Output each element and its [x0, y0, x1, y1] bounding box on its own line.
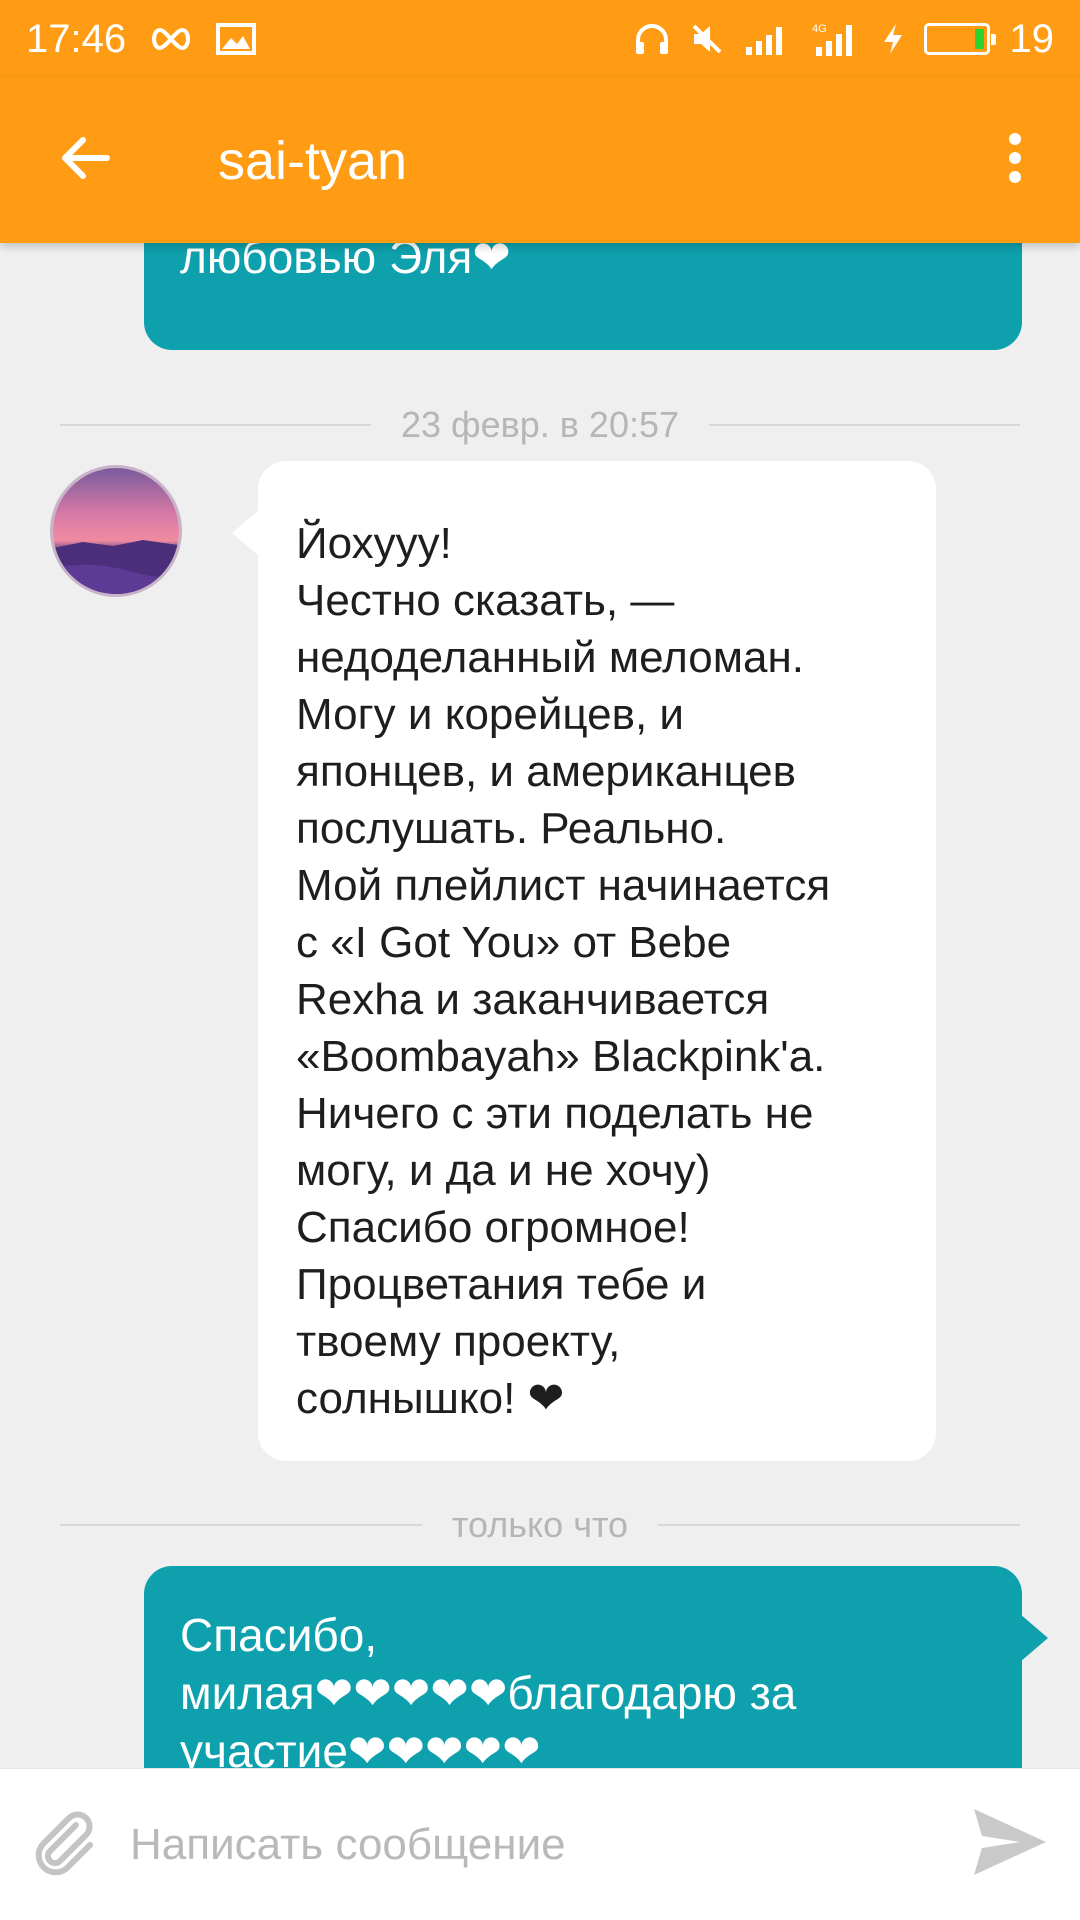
infinity-icon	[148, 26, 194, 52]
message-line: Мой плейлист начинается	[296, 861, 831, 910]
date-separator: 23 февр. в 20:57	[60, 404, 1020, 445]
message-input[interactable]	[130, 1794, 940, 1895]
message-composer	[0, 1768, 1080, 1920]
message-line: могу, и да и не хочу)	[296, 1146, 711, 1195]
battery-level: 19	[1009, 16, 1055, 61]
status-time: 17:46	[26, 16, 127, 61]
message-line: недоделанный меломан.	[296, 633, 804, 682]
message-line: Могу и корейцев, и	[296, 690, 685, 739]
headphones-icon	[634, 22, 670, 56]
message-line: Йохууу!	[296, 519, 452, 568]
message-line: любовью Эля❤	[180, 243, 511, 283]
4g-signal-icon: 4G	[810, 21, 862, 57]
message-list[interactable]: любовью Эля❤ 23 февр. в 20:57 Йохууу! Че…	[0, 243, 1080, 1768]
message-line: участие❤❤❤❤❤	[180, 1725, 541, 1768]
message-line: Спасибо огромное!	[296, 1203, 690, 1252]
message-line: Ничего с эти поделать не	[296, 1089, 814, 1138]
more-vert-icon	[1007, 132, 1023, 189]
mute-icon	[690, 22, 724, 56]
image-icon	[216, 23, 257, 55]
app-bar: sai-tyan	[0, 78, 1080, 243]
outgoing-message[interactable]: Спасибо, милая❤❤❤❤❤благодарю за участие❤…	[144, 1566, 1048, 1768]
message-line: Честно сказать, —	[296, 576, 675, 625]
date-separator: только что	[60, 1504, 1020, 1545]
message-line: Процветания тебе и	[296, 1260, 707, 1309]
date-separator-label: 23 февр. в 20:57	[400, 404, 680, 445]
incoming-message[interactable]: Йохууу! Честно сказать, — недоделанный м…	[232, 461, 936, 1461]
send-icon	[970, 1805, 1050, 1884]
divider	[60, 424, 371, 426]
chat-title[interactable]: sai-tyan	[218, 130, 407, 192]
message-line: твоему проекту,	[296, 1317, 621, 1366]
charging-icon	[882, 22, 904, 56]
signal-icon	[744, 23, 790, 55]
chat-screen: 17:46 4G 19 sai-tyan любовью Эля❤ 23 фев…	[0, 0, 1080, 1920]
message-line: с «I Got You» от Bebe	[296, 918, 732, 967]
battery-icon	[923, 23, 996, 55]
avatar[interactable]	[50, 465, 182, 597]
status-bar: 17:46 4G 19	[0, 0, 1080, 78]
back-button[interactable]	[0, 78, 170, 243]
message-line: Спасибо,	[180, 1609, 378, 1661]
arrow-left-icon	[59, 136, 111, 185]
attach-button[interactable]	[0, 1769, 130, 1920]
paperclip-icon	[30, 1807, 100, 1882]
divider	[658, 1524, 1020, 1526]
message-line: послушать. Реально.	[296, 804, 727, 853]
divider	[60, 1524, 422, 1526]
divider	[709, 424, 1020, 426]
message-line: милая❤❤❤❤❤благодарю за	[180, 1667, 797, 1719]
date-separator-label: только что	[451, 1504, 629, 1545]
message-line: японцев, и американцев	[296, 747, 797, 796]
message-line: Rexha и заканчивается	[296, 975, 770, 1024]
send-button[interactable]	[940, 1769, 1080, 1920]
svg-text:4G: 4G	[812, 23, 827, 35]
more-menu-button[interactable]	[950, 78, 1080, 243]
message-line: «Boombayah» Blackpink'a.	[296, 1032, 826, 1081]
outgoing-message[interactable]: любовью Эля❤	[144, 243, 1022, 350]
message-line: солнышко! ❤	[296, 1374, 565, 1423]
